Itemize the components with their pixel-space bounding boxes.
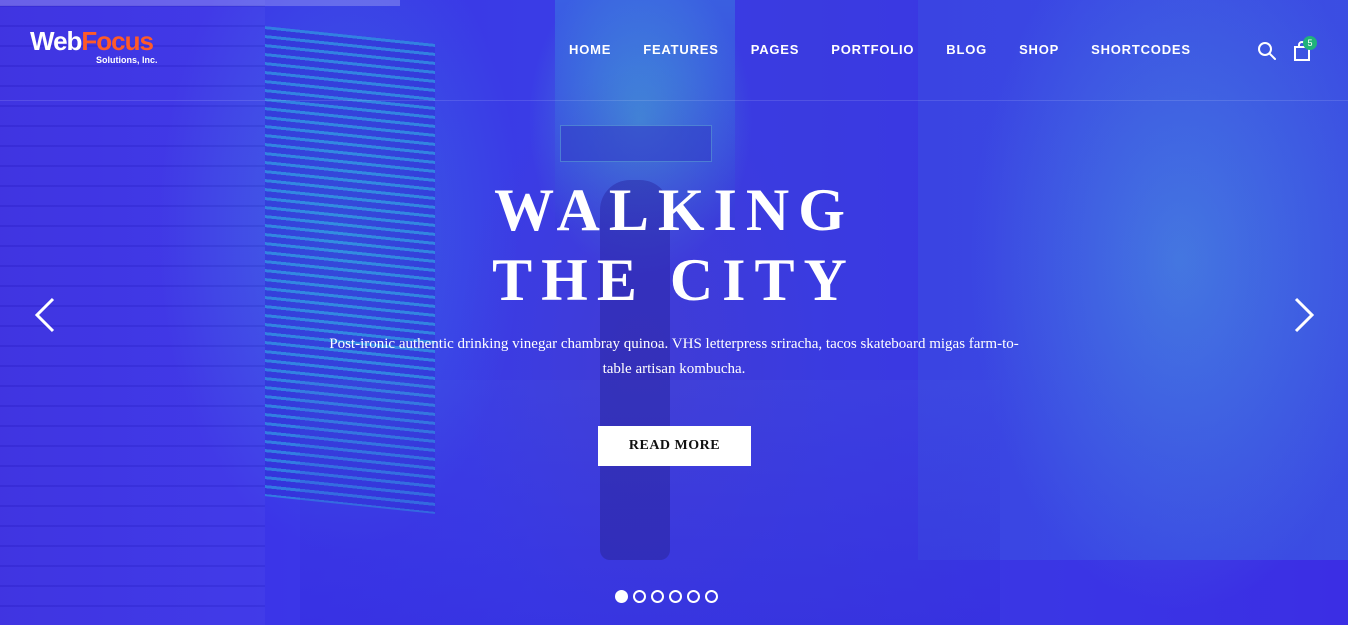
nav-item-blog[interactable]: BLOG <box>946 42 987 57</box>
hero-description: Post-ironic authentic drinking vinegar c… <box>329 336 1019 377</box>
main-nav: HOME FEATURES PAGES PORTFOLIO BLOG SHOP … <box>569 42 1223 57</box>
cart-count-badge: 5 <box>1303 36 1317 50</box>
logo-word-web: Web <box>30 26 82 56</box>
hero-title-line-1: WALKING <box>494 177 854 243</box>
slider-dot-4[interactable] <box>669 590 682 603</box>
site-header: WebFocus Solutions, Inc. HOME FEATURES P… <box>0 0 1348 101</box>
hero-slider: WebFocus Solutions, Inc. HOME FEATURES P… <box>0 0 1348 625</box>
read-more-button[interactable]: READ MORE <box>598 426 751 466</box>
slider-pagination <box>615 590 723 603</box>
slider-dot-5[interactable] <box>687 590 700 603</box>
slider-dot-1[interactable] <box>615 590 628 603</box>
nav-item-portfolio[interactable]: PORTFOLIO <box>831 42 914 57</box>
nav-item-features[interactable]: FEATURES <box>643 42 719 57</box>
hero-title-line-2: THE CITY <box>492 247 856 313</box>
logo[interactable]: WebFocus Solutions, Inc. <box>30 28 158 65</box>
search-icon[interactable] <box>1257 41 1277 61</box>
slider-dot-3[interactable] <box>651 590 664 603</box>
nav-item-shop[interactable]: SHOP <box>1019 42 1059 57</box>
slider-dot-2[interactable] <box>633 590 646 603</box>
logo-tagline: Solutions, Inc. <box>96 55 158 65</box>
nav-item-home[interactable]: HOME <box>569 42 611 57</box>
logo-word-focus: Focus <box>81 26 154 56</box>
background-shop-sign <box>560 125 712 162</box>
nav-item-pages[interactable]: PAGES <box>751 42 800 57</box>
nav-item-shortcodes[interactable]: SHORTCODES <box>1091 42 1191 57</box>
slider-dot-6[interactable] <box>705 590 718 603</box>
logo-text: WebFocus <box>30 28 158 54</box>
